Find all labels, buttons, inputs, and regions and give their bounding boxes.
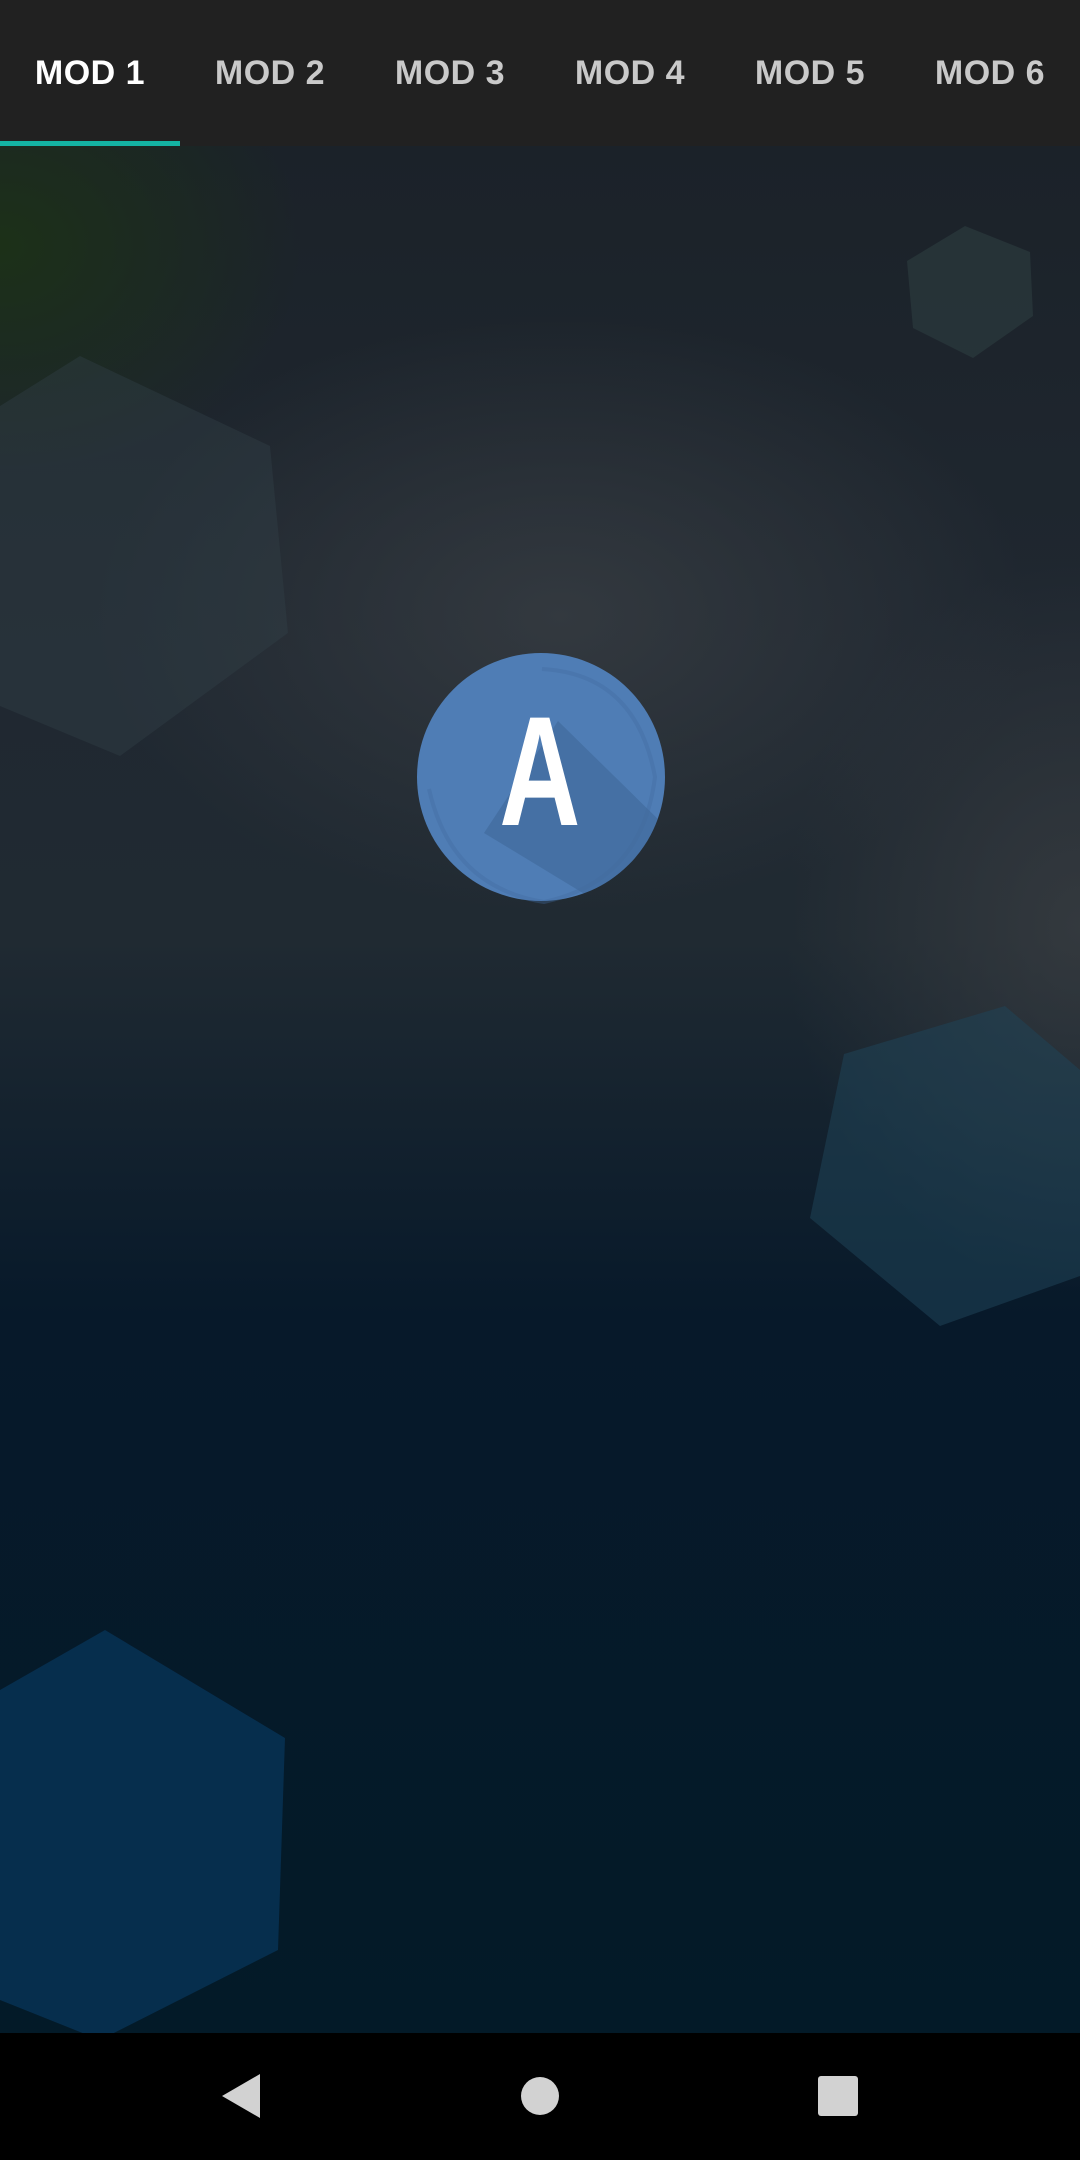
back-icon	[222, 2074, 260, 2118]
active-tab-indicator	[0, 141, 180, 146]
app-screen: MOD 1 MOD 2 MOD 3 MOD 4 MOD 5 MOD 6 A	[0, 0, 1080, 2160]
tab-mod-4[interactable]: MOD 4	[540, 0, 720, 146]
tab-mod-3[interactable]: MOD 3	[360, 0, 540, 146]
home-button[interactable]	[507, 2063, 573, 2129]
system-navigation-bar	[0, 2033, 1080, 2160]
back-button[interactable]	[206, 2063, 272, 2129]
tab-mod-5[interactable]: MOD 5	[720, 0, 900, 146]
avatar-letter: A	[499, 684, 580, 858]
background-hexagon-left	[0, 356, 288, 756]
letter-a-badge-icon[interactable]: A	[416, 649, 666, 907]
background-hexagon-right	[810, 1006, 1080, 1326]
recents-icon	[818, 2076, 858, 2116]
background-hexagon-top-right	[907, 226, 1033, 358]
tab-mod-2[interactable]: MOD 2	[180, 0, 360, 146]
background-hexagon-bottom-left	[0, 1630, 285, 2033]
module-content-area: A	[0, 146, 1080, 2033]
home-icon	[521, 2077, 559, 2115]
tab-mod-1[interactable]: MOD 1	[0, 0, 180, 146]
module-tab-bar: MOD 1 MOD 2 MOD 3 MOD 4 MOD 5 MOD 6	[0, 0, 1080, 146]
tab-mod-6[interactable]: MOD 6	[900, 0, 1080, 146]
recents-button[interactable]	[805, 2063, 871, 2129]
